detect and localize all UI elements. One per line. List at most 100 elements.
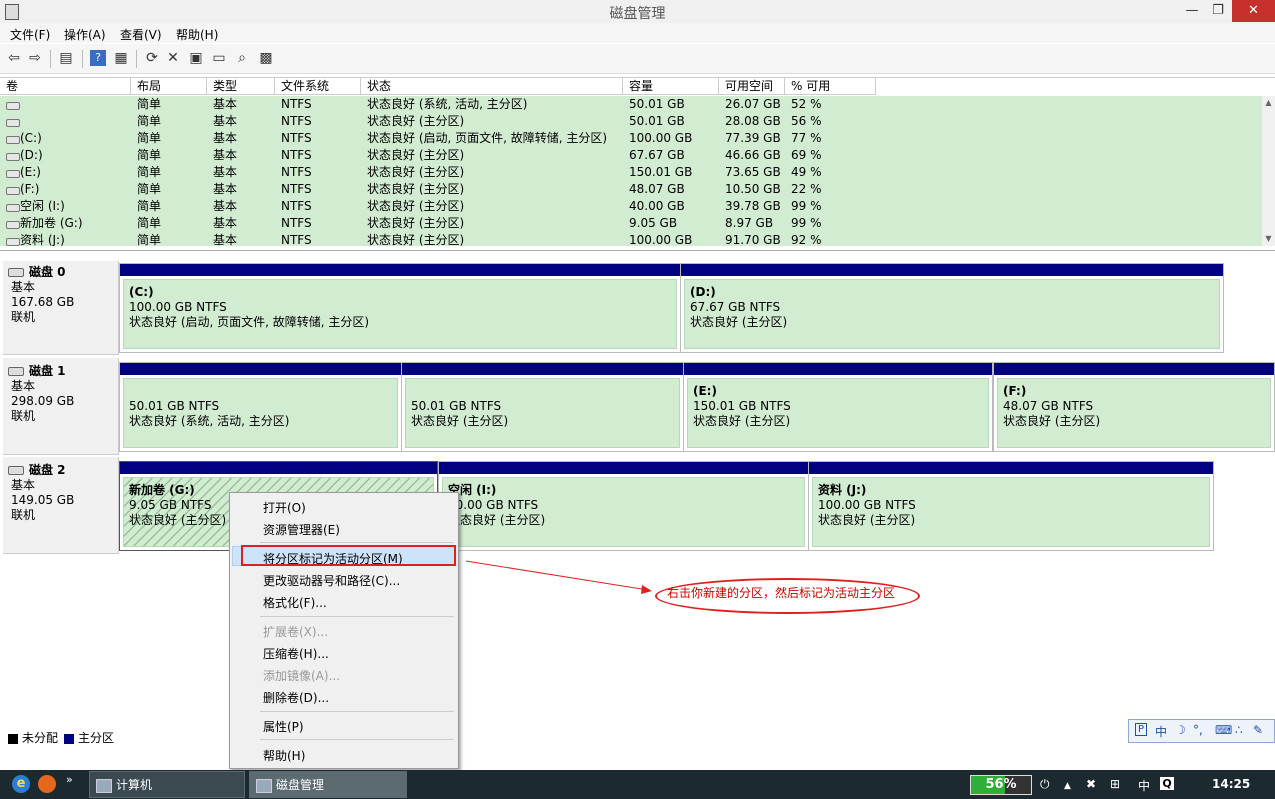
partition-size: 48.07 GB NTFS <box>1003 399 1094 413</box>
column-header-free-space[interactable]: 可用空间 <box>719 78 785 95</box>
menu-item-properties[interactable]: 属性(P) <box>263 718 304 735</box>
moon-icon[interactable]: ☽ <box>1175 723 1186 737</box>
forward-icon[interactable]: ⇨ <box>27 50 43 66</box>
column-header-filesystem[interactable]: 文件系统 <box>275 78 361 95</box>
scroll-up-icon[interactable]: ▲ <box>1263 98 1274 107</box>
firefox-icon[interactable] <box>38 775 56 793</box>
column-header-status[interactable]: 状态 <box>361 78 623 95</box>
properties-icon[interactable]: ▣ <box>188 50 204 66</box>
close-button[interactable]: ✕ <box>1232 0 1275 22</box>
disk-state: 联机 <box>11 508 36 522</box>
battery-indicator[interactable]: 56% <box>970 775 1032 795</box>
help-icon[interactable]: ? <box>90 50 106 66</box>
title-bar: 磁盘管理 — ❐ ✕ <box>0 0 1275 23</box>
partition-label: 资料 (J:) <box>818 483 867 497</box>
qq-icon[interactable]: Q <box>1160 777 1174 790</box>
partition-status: 状态良好 (主分区) <box>818 513 916 527</box>
partition-d[interactable]: (D:) 67.67 GB NTFS 状态良好 (主分区) <box>680 263 1224 353</box>
partition-j[interactable]: 资料 (J:) 100.00 GB NTFS 状态良好 (主分区) <box>808 461 1214 551</box>
column-header-type[interactable]: 类型 <box>207 78 275 95</box>
menu-help[interactable]: 帮助(H) <box>176 26 218 43</box>
maximize-button[interactable]: ❐ <box>1204 0 1232 22</box>
partition-f[interactable]: (F:) 48.07 GB NTFS 状态良好 (主分区) <box>993 362 1275 452</box>
drive-icon <box>6 119 20 127</box>
ie-icon[interactable]: e <box>12 775 30 793</box>
clock[interactable]: 14:25 <box>1212 777 1250 791</box>
disk-kind: 基本 <box>11 478 36 492</box>
ime-logo-icon[interactable]: P <box>1135 723 1148 736</box>
volume-list-scrollbar[interactable]: ▲ ▼ <box>1262 96 1275 246</box>
dots-icon[interactable]: ∴ <box>1235 723 1243 737</box>
menu-item-explorer[interactable]: 资源管理器(E) <box>263 521 340 538</box>
column-header-layout[interactable]: 布局 <box>131 78 207 95</box>
refresh-icon[interactable]: ⟳ <box>144 50 160 66</box>
partition-e[interactable]: (E:) 150.01 GB NTFS 状态良好 (主分区) <box>683 362 993 452</box>
table-row[interactable]: (F:) 简单 基本 NTFS 状态良好 (主分区) 48.07 GB 10.50 GB 22… <box>0 181 1262 198</box>
find-icon[interactable]: ⌕ <box>234 50 250 66</box>
panel-icon[interactable]: ▦ <box>113 50 129 66</box>
table-cell-fs: NTFS <box>281 165 312 179</box>
menu-item-format[interactable]: 格式化(F)... <box>263 594 327 611</box>
disk-2-info[interactable]: 磁盘 2 基本 149.05 GB 联机 <box>3 457 119 554</box>
highlight-box <box>241 545 456 566</box>
chevron-right-icon[interactable]: » <box>66 773 73 786</box>
ime-mode[interactable]: 中 <box>1155 723 1167 740</box>
table-cell-name: (C:) <box>20 131 42 145</box>
show-hidden-icons[interactable]: ▲ <box>1064 781 1071 791</box>
partition-c[interactable]: (C:) 100.00 GB NTFS 状态良好 (启动, 页面文件, 故障转储… <box>119 263 681 353</box>
table-row[interactable]: 简单 基本 NTFS 状态良好 (系统, 活动, 主分区) 50.01 GB 26.07 … <box>0 96 1262 113</box>
column-header-percent-free[interactable]: % 可用 <box>785 78 876 95</box>
task-disk-management[interactable]: 磁盘管理 <box>249 771 407 798</box>
scroll-down-icon[interactable]: ▼ <box>1263 234 1274 243</box>
table-cell-layout: 简单 <box>137 199 162 213</box>
menu-action[interactable]: 操作(A) <box>64 26 106 43</box>
table-row[interactable]: 新加卷 (G:) 简单 基本 NTFS 状态良好 (主分区) 9.05 GB 8.97 GB… <box>0 215 1262 232</box>
delete-icon[interactable]: ✕ <box>165 50 181 66</box>
menu-file[interactable]: 文件(F) <box>10 26 50 43</box>
table-row[interactable]: (D:) 简单 基本 NTFS 状态良好 (主分区) 67.67 GB 46.66 GB 69… <box>0 147 1262 164</box>
list-icon[interactable]: ▤ <box>58 50 74 66</box>
table-cell-layout: 简单 <box>137 165 162 179</box>
table-row[interactable]: (E:) 简单 基本 NTFS 状态良好 (主分区) 150.01 GB 73.65 GB 4… <box>0 164 1262 181</box>
partition-size: 100.00 GB NTFS <box>129 300 227 314</box>
table-cell-layout: 简单 <box>137 114 162 128</box>
table-row[interactable]: (C:) 简单 基本 NTFS 状态良好 (启动, 页面文件, 故障转储, 主分区) 10… <box>0 130 1262 147</box>
ime-toolbar[interactable]: P 中 ☽ °, ⌨ ∴ ✎ <box>1128 719 1275 743</box>
partition-system[interactable]: 50.01 GB NTFS 状态良好 (系统, 活动, 主分区) <box>119 362 402 452</box>
disk-1-info[interactable]: 磁盘 1 基本 298.09 GB 联机 <box>3 358 119 455</box>
menu-item-help[interactable]: 帮助(H) <box>263 747 305 764</box>
menu-item-delete-volume[interactable]: 删除卷(D)... <box>263 689 329 706</box>
disk-0-info[interactable]: 磁盘 0 基本 167.68 GB 联机 <box>3 261 119 355</box>
computer-icon <box>96 779 112 793</box>
open-icon[interactable]: ▭ <box>211 50 227 66</box>
table-cell-capacity: 150.01 GB <box>629 165 693 179</box>
column-header-capacity[interactable]: 容量 <box>623 78 719 95</box>
back-icon[interactable]: ⇦ <box>6 50 22 66</box>
menu-item-change-drive-letter[interactable]: 更改驱动器号和路径(C)... <box>263 572 400 589</box>
keyboard-icon[interactable]: ⌨ <box>1215 723 1232 737</box>
table-cell-free: 28.08 GB <box>725 114 781 128</box>
menu-item-shrink-volume[interactable]: 压缩卷(H)... <box>263 645 329 662</box>
menu-view[interactable]: 查看(V) <box>120 26 162 43</box>
table-row[interactable]: 简单 基本 NTFS 状态良好 (主分区) 50.01 GB 28.08 GB 56 % <box>0 113 1262 130</box>
disk-icon <box>8 367 24 376</box>
menu-item-open[interactable]: 打开(O) <box>263 499 306 516</box>
partition-unlabeled[interactable]: 50.01 GB NTFS 状态良好 (主分区) <box>401 362 684 452</box>
network-icon[interactable]: ⊞ <box>1110 777 1120 791</box>
partition-label: (D:) <box>690 285 716 299</box>
volume-muted-icon[interactable]: ✖ <box>1086 777 1096 791</box>
table-cell-status: 状态良好 (主分区) <box>367 148 465 162</box>
minimize-button[interactable]: — <box>1178 0 1206 22</box>
column-header-volume[interactable]: 卷 <box>0 78 131 95</box>
task-computer[interactable]: 计算机 <box>89 771 245 798</box>
input-language[interactable]: 中 <box>1138 777 1150 794</box>
power-plug-icon[interactable]: ⏻ <box>1040 777 1050 792</box>
table-row[interactable]: 空闲 (I:) 简单 基本 NTFS 状态良好 (主分区) 40.00 GB 39.78 G… <box>0 198 1262 215</box>
table-cell-free: 8.97 GB <box>725 216 774 230</box>
table-cell-fs: NTFS <box>281 148 312 162</box>
partition-i[interactable]: 空闲 (I:) 40.00 GB NTFS 状态良好 (主分区) <box>438 461 809 551</box>
wrench-icon[interactable]: ✎ <box>1253 723 1263 737</box>
punctuation-icon[interactable]: °, <box>1193 723 1203 737</box>
table-row[interactable]: 资料 (J:) 简单 基本 NTFS 状态良好 (主分区) 100.00 GB 91.70 … <box>0 232 1262 246</box>
export-icon[interactable]: ▩ <box>258 50 274 66</box>
